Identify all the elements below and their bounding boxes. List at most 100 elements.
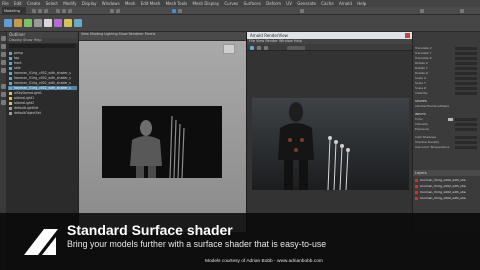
attribute-row[interactable]: Use Color Temperature — [415, 145, 479, 149]
attribute-field[interactable] — [455, 140, 477, 144]
menu-uv[interactable]: UV — [286, 1, 292, 6]
attribute-row[interactable]: Visibility — [415, 91, 479, 95]
attribute-row[interactable]: Rotate Y — [415, 66, 479, 70]
layer-item[interactable]: Ironman_V1rig_v002_with_sha — [415, 184, 479, 189]
attribute-row[interactable]: Translate X — [415, 46, 479, 50]
attribute-field[interactable] — [455, 51, 477, 55]
outliner-item[interactable]: side — [9, 66, 21, 70]
shelf-tool-icon[interactable] — [74, 19, 82, 27]
menu-cache[interactable]: Cache — [321, 1, 333, 6]
menu-display[interactable]: Display — [82, 1, 97, 6]
attribute-row[interactable]: Cast Shadows — [415, 135, 479, 139]
shelf-tool-icon[interactable] — [24, 19, 32, 27]
toolbar-button[interactable] — [300, 9, 304, 13]
attribute-field[interactable] — [455, 127, 477, 131]
attribute-row[interactable]: Shadow Density — [415, 140, 479, 144]
menu-file[interactable]: File — [2, 1, 9, 6]
attribute-row[interactable]: Color — [415, 117, 479, 121]
viewport-panel[interactable]: View Shading Lighting Show Renderer Pane… — [79, 32, 246, 232]
outliner-item[interactable]: top — [9, 56, 19, 60]
menu-mesh-display[interactable]: Mesh Display — [193, 1, 220, 6]
attribute-field[interactable] — [455, 91, 477, 95]
outliner-item[interactable]: defaultLightSet — [9, 106, 38, 110]
attribute-row[interactable]: Exposure — [415, 127, 479, 131]
menu-edit[interactable]: Edit — [14, 1, 22, 6]
attribute-field[interactable] — [455, 135, 477, 139]
attribute-row[interactable]: Scale Y — [415, 81, 479, 85]
attribute-field[interactable] — [455, 81, 477, 85]
toolbar-button[interactable] — [38, 9, 42, 13]
outliner-item[interactable]: persp — [9, 51, 23, 55]
workspace-mode-dropdown[interactable]: Modeling — [2, 7, 26, 15]
outliner-item[interactable]: Ironman_V1rig_v002_with_shader_s — [9, 71, 71, 75]
toolbar-button[interactable] — [420, 9, 424, 13]
close-icon[interactable] — [405, 33, 410, 38]
attribute-field[interactable] — [455, 117, 477, 121]
attribute-field[interactable] — [455, 66, 477, 70]
layer-item[interactable]: Ironman_V1rig_v002_with_sha — [415, 196, 479, 201]
menu-generate[interactable]: Generate — [297, 1, 316, 6]
layer-item[interactable]: Ironman_V1rig_v002_with_sha — [415, 190, 479, 195]
toolbar-button[interactable] — [68, 9, 72, 13]
toolbar-button[interactable] — [460, 9, 464, 13]
toolbar-button[interactable] — [44, 9, 48, 13]
view-cube-icon[interactable] — [223, 44, 235, 54]
toolbar-button[interactable] — [178, 9, 182, 13]
shelf-tool-icon[interactable] — [4, 19, 12, 27]
lasso-tool-icon[interactable] — [1, 44, 6, 49]
attribute-row[interactable]: Scale X — [415, 76, 479, 80]
layout-icon[interactable] — [1, 84, 6, 89]
outliner-search-input[interactable] — [9, 44, 75, 48]
menu-arnold[interactable]: Arnold — [339, 1, 352, 6]
shelf-tool-icon[interactable] — [14, 19, 22, 27]
toolbar-button[interactable] — [264, 46, 268, 50]
attribute-field[interactable] — [455, 61, 477, 65]
outliner-item[interactable]: defaultObjectSet — [9, 111, 41, 115]
outliner-item[interactable]: aiAreaLight2 — [9, 101, 34, 105]
shape-name[interactable]: standardSurfaceShape — [415, 104, 479, 108]
menu-create[interactable]: Create — [27, 1, 40, 6]
attribute-field[interactable] — [455, 86, 477, 90]
menu-windows[interactable]: Windows — [102, 1, 120, 6]
menu-mesh[interactable]: Mesh — [125, 1, 136, 6]
shelf-tool-icon[interactable] — [54, 19, 62, 27]
rotate-tool-icon[interactable] — [1, 60, 6, 65]
menu-mesh-tools[interactable]: Mesh Tools — [166, 1, 188, 6]
menu-modify[interactable]: Modify — [63, 1, 76, 6]
toolbar-button[interactable] — [287, 46, 305, 50]
menu-select[interactable]: Select — [46, 1, 58, 6]
viewport-menus[interactable]: View Shading Lighting Show Renderer Pane… — [81, 32, 155, 36]
attribute-field[interactable] — [455, 122, 477, 126]
toolbar-button[interactable] — [32, 9, 36, 13]
attribute-field[interactable] — [455, 46, 477, 50]
render-icon[interactable] — [172, 9, 176, 13]
outliner-item[interactable]: aiAreaLight1 — [9, 96, 34, 100]
menu-edit-mesh[interactable]: Edit Mesh — [141, 1, 161, 6]
toolbar-button[interactable] — [257, 46, 261, 50]
toolbar-button[interactable] — [62, 9, 66, 13]
layer-item[interactable]: Ironman_V1rig_v002_with_sha — [415, 178, 479, 183]
outliner-item[interactable]: Ironman_V1rig_v002_with_shader_s — [9, 76, 71, 80]
outliner-item[interactable]: front — [9, 61, 22, 65]
attribute-row[interactable]: Translate Y — [415, 51, 479, 55]
outliner-menu[interactable]: Display Show Help — [7, 38, 78, 43]
toolbar-button[interactable] — [110, 9, 114, 13]
attribute-row[interactable]: Rotate Z — [415, 71, 479, 75]
outliner-item-selected[interactable]: Ironman_V1rig_v002_with_shader_s — [8, 86, 77, 90]
outliner-item[interactable]: aiSkyDomeLight1 — [9, 91, 42, 95]
attribute-field[interactable] — [455, 145, 477, 149]
attribute-field[interactable] — [455, 71, 477, 75]
layout-icon[interactable] — [1, 92, 6, 97]
attribute-row[interactable]: Rotate X — [415, 61, 479, 65]
scale-tool-icon[interactable] — [1, 68, 6, 73]
toolbar-button[interactable] — [116, 9, 120, 13]
layout-icon[interactable] — [1, 100, 6, 105]
render-icon[interactable] — [250, 46, 254, 50]
attribute-row[interactable]: Intensity — [415, 122, 479, 126]
select-tool-icon[interactable] — [1, 36, 6, 41]
color-swatch[interactable] — [448, 117, 453, 121]
toolbar-button[interactable] — [56, 9, 60, 13]
menu-deform[interactable]: Deform — [266, 1, 281, 6]
attribute-row[interactable]: Translate Z — [415, 56, 479, 60]
outliner-item[interactable]: Ironman_V1rig_v002_with_shader_s — [9, 81, 71, 85]
